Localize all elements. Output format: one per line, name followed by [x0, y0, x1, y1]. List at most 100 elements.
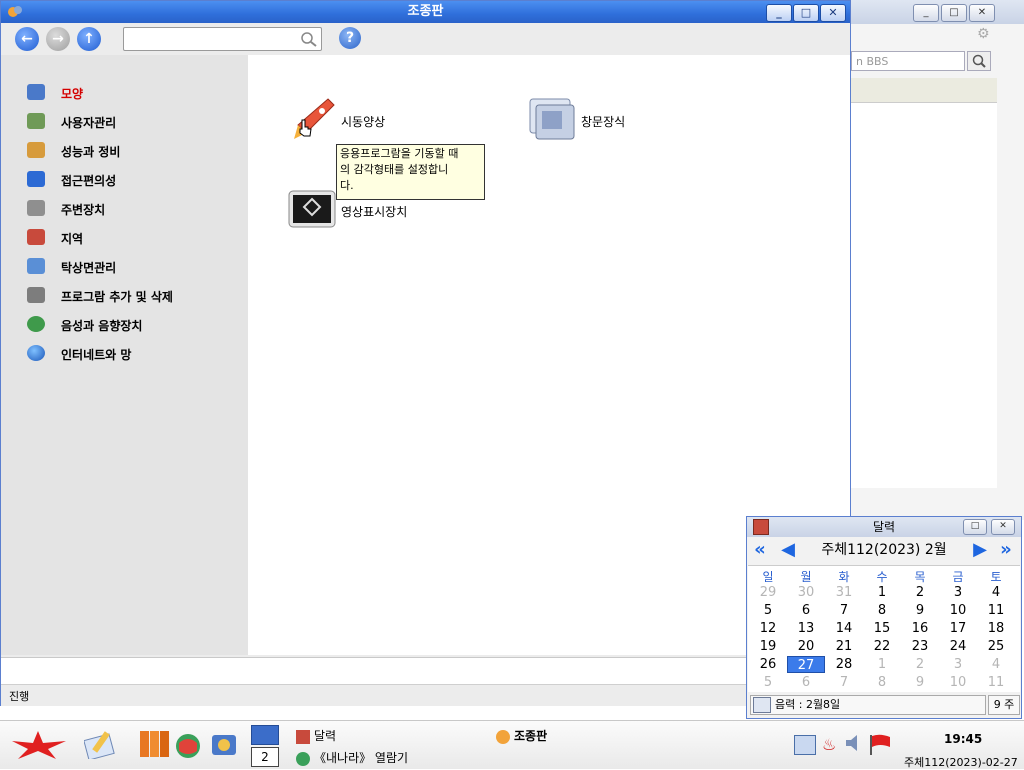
add-remove-icon — [27, 287, 45, 303]
calendar-day[interactable]: 7 — [825, 674, 863, 691]
sidebar-item-performance[interactable]: 성능과 정비 — [27, 140, 237, 162]
window-decoration-item[interactable] — [528, 97, 576, 141]
calendar-maximize-button[interactable]: □ — [963, 519, 987, 535]
calendar-day[interactable]: 7 — [825, 602, 863, 619]
task-control-panel[interactable]: 조종판 — [496, 727, 547, 744]
close-button[interactable]: ✕ — [820, 4, 846, 22]
calendar-day[interactable]: 29 — [749, 584, 787, 601]
help-button[interactable]: ? — [339, 27, 361, 49]
calendar-day[interactable]: 20 — [787, 638, 825, 655]
display-item[interactable] — [288, 189, 336, 233]
calendar-day[interactable]: 3 — [939, 584, 977, 601]
maximize-button[interactable]: □ — [941, 4, 967, 22]
minimize-button[interactable]: _ — [766, 4, 792, 22]
calendar-day[interactable]: 19 — [749, 638, 787, 655]
sidebar-item-appearance[interactable]: 모양 — [27, 82, 237, 104]
calendar-close-button[interactable]: ✕ — [991, 519, 1015, 535]
calendar-day[interactable]: 4 — [977, 584, 1015, 601]
calendar-day[interactable]: 26 — [749, 656, 787, 673]
calendar-day[interactable]: 30 — [787, 584, 825, 601]
calendar-day[interactable]: 1 — [863, 656, 901, 673]
calendar-day[interactable]: 8 — [863, 674, 901, 691]
calendar-day[interactable]: 24 — [939, 638, 977, 655]
task-calendar[interactable]: 달력 — [296, 727, 336, 744]
next-month-button[interactable]: ▶ — [969, 539, 991, 561]
calendar-day[interactable]: 1 — [863, 584, 901, 601]
calendar-day[interactable]: 31 — [825, 584, 863, 601]
calendar-day[interactable]: 9 — [901, 674, 939, 691]
sidebar-item-network[interactable]: 인터네트와 망 — [27, 343, 237, 365]
sidebar-item-sound[interactable]: 음성과 음향장치 — [27, 314, 237, 336]
calendar-day[interactable]: 6 — [787, 674, 825, 691]
bbs-search-button[interactable] — [967, 51, 991, 71]
file-manager-launcher[interactable] — [138, 729, 172, 762]
calendar-day[interactable]: 17 — [939, 620, 977, 637]
calendar-day[interactable]: 9 — [901, 602, 939, 619]
calendar-day[interactable]: 16 — [901, 620, 939, 637]
forward-button[interactable]: → — [46, 27, 70, 51]
sidebar-item-region[interactable]: 지역 — [27, 227, 237, 249]
background-browser-window[interactable]: _ □ ✕ ⚙ n BBS — [850, 0, 1024, 520]
background-window-titlebar[interactable]: _ □ ✕ — [851, 0, 1024, 24]
desktop-pager-active[interactable] — [251, 725, 279, 745]
sidebar-item-accessibility[interactable]: 접근편의성 — [27, 169, 237, 191]
browser-launcher[interactable] — [175, 733, 201, 762]
launch-feedback-label[interactable]: 시동양상 — [341, 113, 385, 130]
display-label[interactable]: 영상표시장치 — [341, 203, 407, 220]
calendar-day[interactable]: 22 — [863, 638, 901, 655]
toolbar: ← → ↑ ? — [1, 23, 850, 56]
calendar-day[interactable]: 11 — [977, 674, 1015, 691]
sidebar-item-users[interactable]: 사용자관리 — [27, 111, 237, 133]
calendar-day[interactable]: 28 — [825, 656, 863, 673]
calendar-day[interactable]: 2 — [901, 584, 939, 601]
peripheral-icon — [27, 200, 45, 216]
calendar-day[interactable]: 6 — [787, 602, 825, 619]
calendar-day[interactable]: 18 — [977, 620, 1015, 637]
close-button[interactable]: ✕ — [969, 4, 995, 22]
calendar-day[interactable]: 14 — [825, 620, 863, 637]
media-player-launcher[interactable] — [210, 731, 238, 762]
sidebar-item-add-remove[interactable]: 프로그람 추가 및 삭제 — [27, 285, 237, 307]
start-menu-button[interactable] — [10, 729, 68, 764]
calendar-day[interactable]: 11 — [977, 602, 1015, 619]
previous-year-button[interactable]: « — [749, 539, 771, 561]
minimize-button[interactable]: _ — [913, 4, 939, 22]
window-decoration-label[interactable]: 창문장식 — [581, 113, 625, 130]
calendar-day[interactable]: 10 — [939, 602, 977, 619]
clock[interactable]: 19:45 — [944, 732, 982, 746]
flag-icon[interactable] — [868, 733, 892, 758]
calendar-day[interactable]: 23 — [901, 638, 939, 655]
network-status-icon[interactable] — [794, 735, 816, 755]
calendar-day[interactable]: 3 — [939, 656, 977, 673]
calendar-day[interactable]: 27 — [787, 656, 825, 673]
gear-icon[interactable]: ⚙ — [977, 26, 993, 42]
region-icon — [27, 229, 45, 245]
calendar-day[interactable]: 10 — [939, 674, 977, 691]
back-button[interactable]: ← — [15, 27, 39, 51]
calendar-day[interactable]: 8 — [863, 602, 901, 619]
fire-icon[interactable]: ♨ — [822, 735, 836, 754]
calendar-day[interactable]: 12 — [749, 620, 787, 637]
task-browser[interactable]: 《내나라》 열람기 — [296, 749, 408, 766]
sidebar-item-peripherals[interactable]: 주변장치 — [27, 198, 237, 220]
maximize-button[interactable]: □ — [793, 4, 819, 22]
previous-month-button[interactable]: ◀ — [777, 539, 799, 561]
text-editor-launcher[interactable] — [83, 729, 118, 762]
calendar-day[interactable]: 25 — [977, 638, 1015, 655]
calendar-day[interactable]: 2 — [901, 656, 939, 673]
bbs-search-input[interactable]: n BBS — [851, 51, 965, 71]
calendar-day[interactable]: 5 — [749, 602, 787, 619]
calendar-titlebar[interactable]: 달력 □ ✕ — [747, 517, 1021, 537]
calendar-day[interactable]: 21 — [825, 638, 863, 655]
calendar-day[interactable]: 13 — [787, 620, 825, 637]
up-button[interactable]: ↑ — [77, 27, 101, 51]
volume-icon[interactable] — [844, 733, 864, 756]
calendar-day[interactable]: 15 — [863, 620, 901, 637]
next-year-button[interactable]: » — [995, 539, 1017, 561]
calendar-day[interactable]: 5 — [749, 674, 787, 691]
desktop-pager[interactable]: 2 — [251, 747, 279, 767]
search-input[interactable] — [123, 27, 322, 51]
window-titlebar[interactable]: 조종판 _ □ ✕ — [1, 1, 850, 23]
sidebar-item-desktop[interactable]: 탁상면관리 — [27, 256, 237, 278]
calendar-day[interactable]: 4 — [977, 656, 1015, 673]
